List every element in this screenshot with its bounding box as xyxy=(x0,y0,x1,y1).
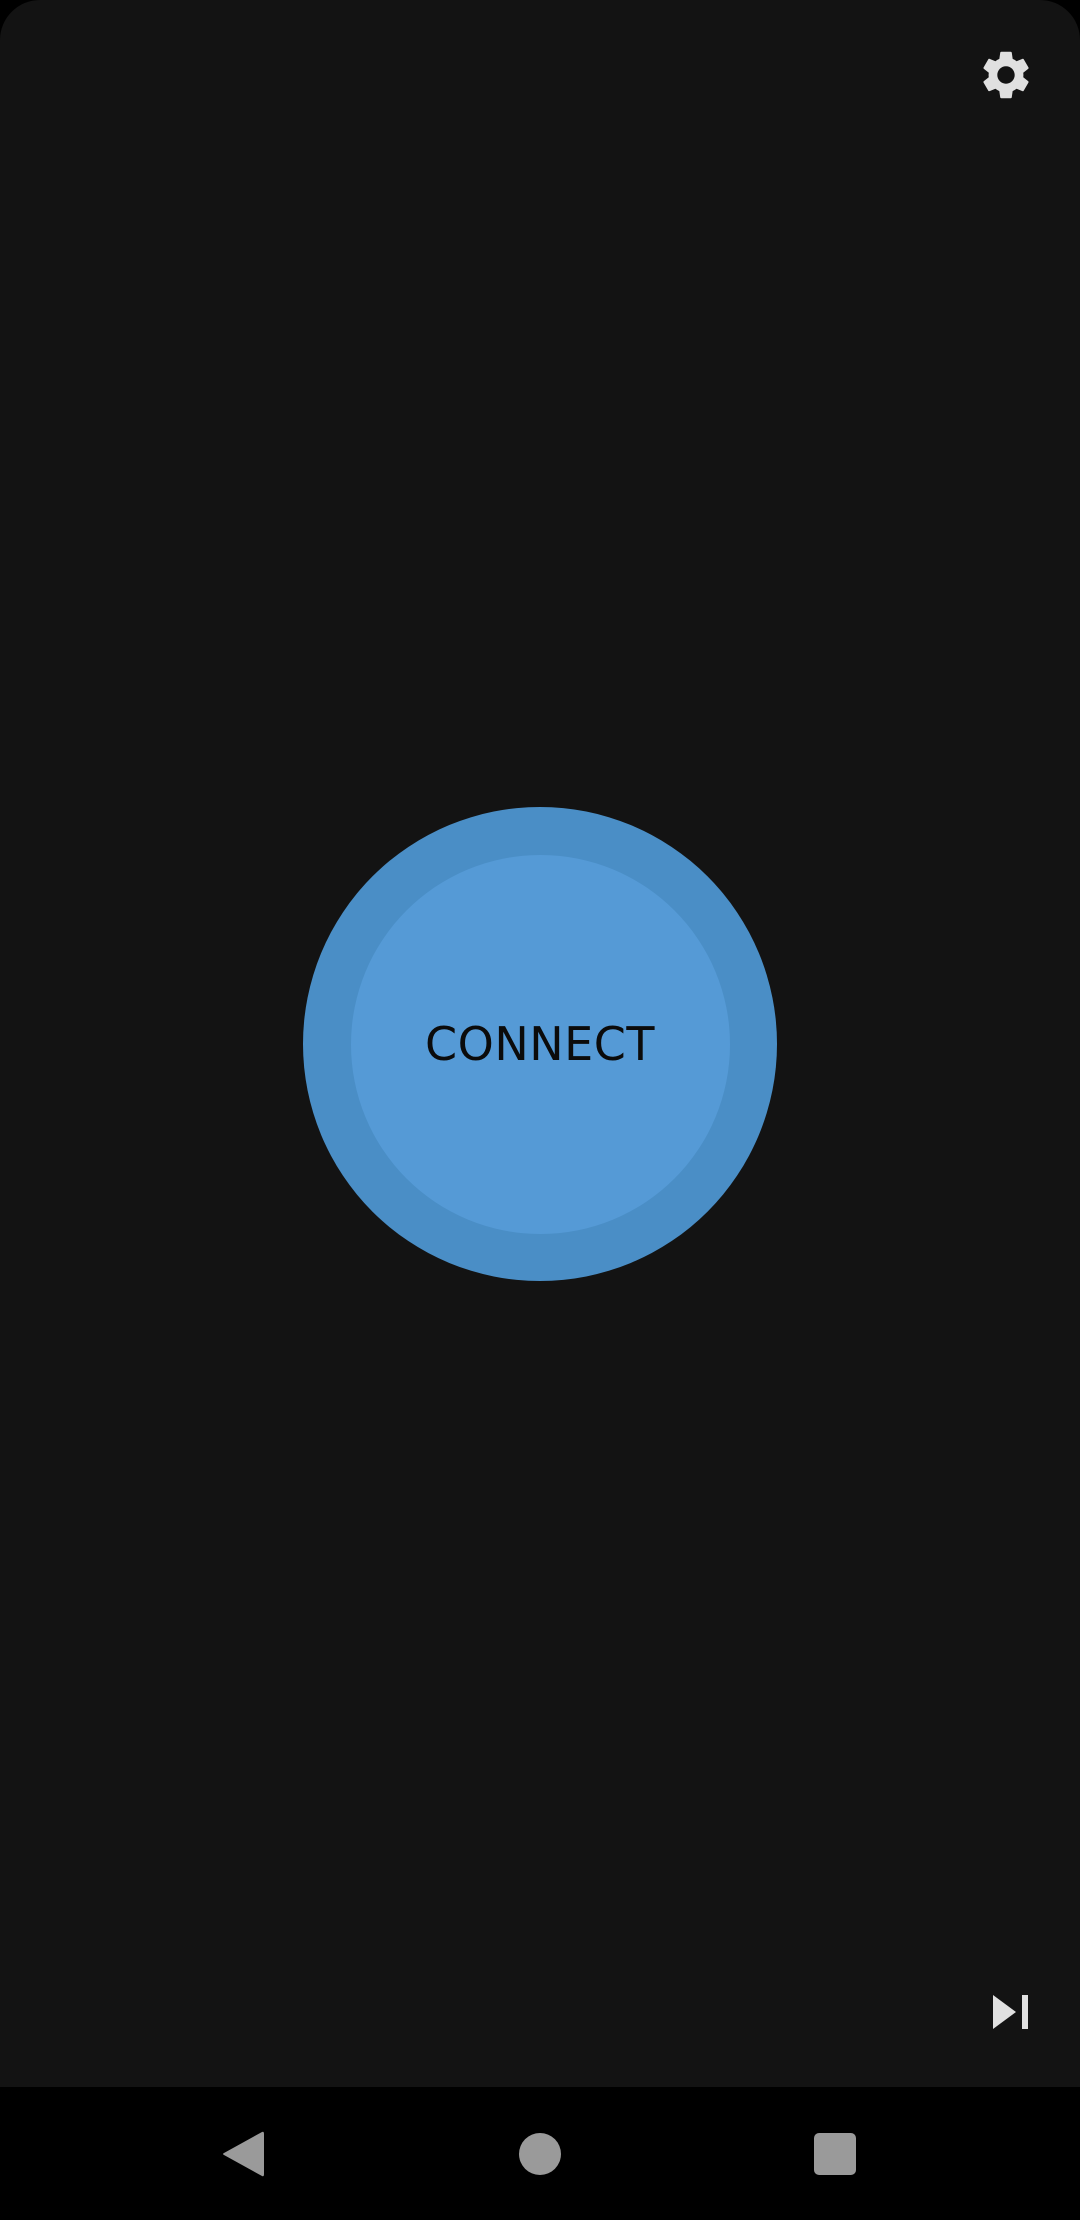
connect-label: CONNECT xyxy=(425,1017,655,1071)
gear-icon xyxy=(983,51,1029,99)
back-triangle-icon xyxy=(223,2131,264,2176)
nav-recents-button[interactable] xyxy=(775,2087,895,2220)
recents-square-icon xyxy=(814,2132,856,2175)
system-navigation-bar xyxy=(0,2087,1080,2220)
connect-button-core: CONNECT xyxy=(350,854,730,1234)
nav-home-button[interactable] xyxy=(480,2087,600,2220)
settings-button[interactable] xyxy=(966,40,1046,110)
nav-back-button[interactable] xyxy=(183,2087,303,2220)
app-screen: CONNECT xyxy=(0,0,1080,2220)
skip-next-button[interactable] xyxy=(975,1985,1045,2039)
home-circle-icon xyxy=(519,2132,561,2175)
connect-button[interactable]: CONNECT xyxy=(303,807,777,1281)
skip-next-icon xyxy=(993,1995,1028,2029)
